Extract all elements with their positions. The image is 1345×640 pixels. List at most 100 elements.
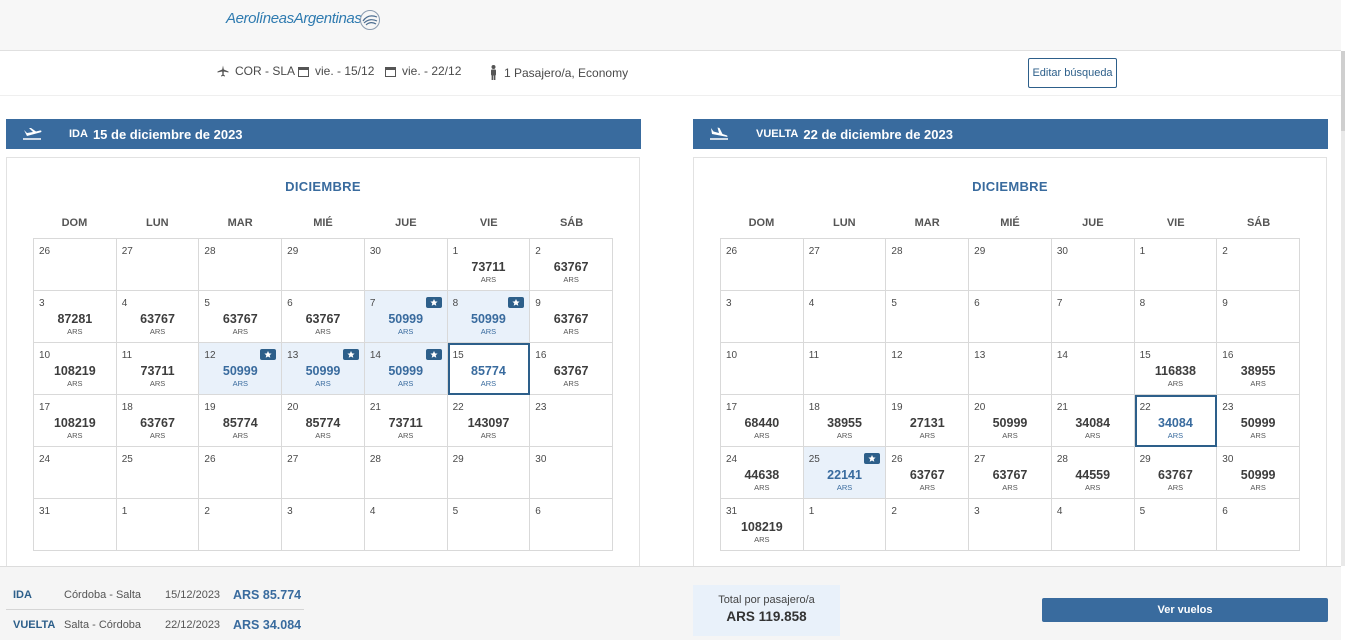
calendar-day[interactable]: 23 50999 ARS (1217, 395, 1300, 447)
day-price: 73711 (140, 364, 175, 378)
calendar-day[interactable]: 21 34084 ARS (1051, 395, 1135, 447)
weekday-label: JUE (395, 217, 417, 229)
day-number: 9 (1222, 298, 1228, 309)
calendar-day[interactable]: 2 63767 ARS (530, 239, 613, 291)
calendar-day[interactable]: 28 44559 ARS (1051, 447, 1135, 499)
calendar-day[interactable]: 20 50999 ARS (969, 395, 1052, 447)
calendar-day-selected[interactable]: 22 34084 ARS (1134, 395, 1218, 447)
day-number: 23 (535, 402, 547, 413)
calendar-day[interactable]: 13 50999 ARS (282, 343, 365, 395)
return-date-title: 22 de diciembre de 2023 (803, 126, 953, 142)
weekday-label: SÁB (559, 217, 584, 229)
day-number: 21 (1056, 402, 1068, 413)
day-currency: ARS (232, 327, 248, 336)
day-number: 8 (452, 298, 459, 309)
day-number: 6 (1222, 506, 1228, 517)
day-number: 27 (808, 246, 820, 257)
calendar-day[interactable]: 20 85774 ARS (282, 395, 365, 447)
calendar-day[interactable]: 19 27131 ARS (886, 395, 970, 447)
calendar-day[interactable]: 15 116838 ARS (1134, 343, 1218, 395)
day-number: 20 (287, 402, 299, 413)
page-scrollbar-thumb[interactable] (1341, 51, 1345, 131)
calendar-day[interactable]: 8 50999 ARS (447, 291, 531, 343)
day-currency: ARS (67, 379, 83, 388)
day-number: 3 (974, 506, 980, 517)
calendar-day[interactable]: 17 68440 ARS (721, 395, 804, 447)
day-currency: ARS (480, 327, 497, 336)
calendar-day[interactable]: 25 22141 ARS (803, 447, 887, 499)
calendar-day[interactable]: 7 50999 ARS (364, 291, 448, 343)
day-price: 68440 (744, 416, 780, 430)
day-number: 4 (121, 298, 128, 309)
day-price: 63767 (909, 468, 945, 482)
day-currency: ARS (480, 275, 497, 284)
calendar-day[interactable]: 16 38955 ARS (1217, 343, 1300, 395)
day-price: 108219 (53, 364, 96, 378)
day-number: 4 (369, 506, 376, 517)
calendar-day[interactable]: 1 73711 ARS (447, 239, 531, 291)
calendar-day[interactable]: 31 108219 ARS (721, 499, 804, 551)
day-number: 23 (1222, 402, 1234, 413)
day-currency: ARS (919, 431, 935, 440)
return-date-info: vie. - 22/12 (385, 64, 461, 78)
day-number: 19 (891, 402, 903, 413)
calendar-day[interactable]: 27 63767 ARS (969, 447, 1052, 499)
see-flights-button[interactable]: Ver vuelos (1042, 598, 1328, 622)
calendar-day[interactable]: 9 63767 ARS (530, 291, 613, 343)
calendar-day: 5 (886, 291, 970, 343)
promo-star-icon (342, 349, 359, 360)
day-number: 13 (974, 350, 986, 361)
day-price: 73711 (388, 416, 423, 430)
day-number: 28 (891, 246, 903, 257)
calendar-day[interactable]: 6 63767 ARS (282, 291, 365, 343)
calendar-day[interactable]: 18 63767 ARS (116, 395, 200, 447)
calendar-day[interactable]: 3 87281 ARS (34, 291, 117, 343)
calendar-day[interactable]: 22 143097 ARS (447, 395, 531, 447)
calendar-day[interactable]: 26 63767 ARS (886, 447, 970, 499)
day-number: 13 (287, 350, 299, 361)
airline-logo[interactable]: AerolíneasArgentinas (226, 10, 362, 27)
calendar-day[interactable]: 4 63767 ARS (116, 291, 200, 343)
summary-return-row: VUELTA Salta - Córdoba 22/12/2023 ARS 34… (6, 610, 304, 639)
calendar-day[interactable]: 16 63767 ARS (530, 343, 613, 395)
calendar-day[interactable]: 19 85774 ARS (199, 395, 283, 447)
outbound-panel: IDA 15 de diciembre de 2023 DICIEMBRE DO… (6, 119, 641, 566)
plane-takeoff-icon (23, 128, 42, 140)
promo-star-icon (508, 297, 525, 308)
calendar-day[interactable]: 12 50999 ARS (199, 343, 283, 395)
day-number: 5 (452, 506, 459, 517)
calendar-day[interactable]: 29 63767 ARS (1134, 447, 1218, 499)
calendar-day[interactable]: 10 108219 ARS (34, 343, 117, 395)
day-number: 3 (287, 506, 293, 517)
calendar-day: 28 (886, 239, 970, 291)
calendar-day[interactable]: 11 73711 ARS (116, 343, 200, 395)
calendar-day[interactable]: 18 38955 ARS (803, 395, 887, 447)
day-number: 30 (1222, 454, 1234, 465)
calendar-day: 30 (364, 239, 448, 291)
calendar-day: 29 (447, 447, 531, 499)
calendar-day-selected[interactable]: 15 85774 ARS (447, 343, 531, 395)
day-number: 2 (891, 506, 897, 517)
day-number: 27 (287, 454, 299, 465)
calendar-day[interactable]: 30 50999 ARS (1217, 447, 1300, 499)
calendar-day[interactable]: 24 44638 ARS (721, 447, 804, 499)
summary-outbound-row: IDA Córdoba - Salta 15/12/2023 ARS 85.77… (6, 581, 304, 610)
calendar-day: 28 (364, 447, 448, 499)
day-number: 3 (39, 298, 45, 309)
calendar-day[interactable]: 5 63767 ARS (199, 291, 283, 343)
return-calendar: DICIEMBRE DOM LUN MAR MIÉ JUE VIE SÁB 26… (693, 157, 1327, 566)
calendar-day: 6 (969, 291, 1052, 343)
calendar-day[interactable]: 14 50999 ARS (364, 343, 448, 395)
day-currency: ARS (754, 535, 770, 544)
day-currency: ARS (1250, 483, 1266, 492)
calendar-day: 3 (282, 499, 365, 551)
calendar-day: 10 (721, 343, 804, 395)
condor-logo-icon (360, 10, 380, 30)
day-currency: ARS (149, 327, 166, 336)
calendar-day: 27 (116, 239, 200, 291)
calendar-day[interactable]: 17 108219 ARS (34, 395, 117, 447)
calendar-day[interactable]: 21 73711 ARS (364, 395, 448, 447)
day-currency: ARS (1167, 431, 1184, 440)
calendar-day: 2 (199, 499, 283, 551)
edit-search-button[interactable]: Editar búsqueda (1028, 58, 1117, 88)
